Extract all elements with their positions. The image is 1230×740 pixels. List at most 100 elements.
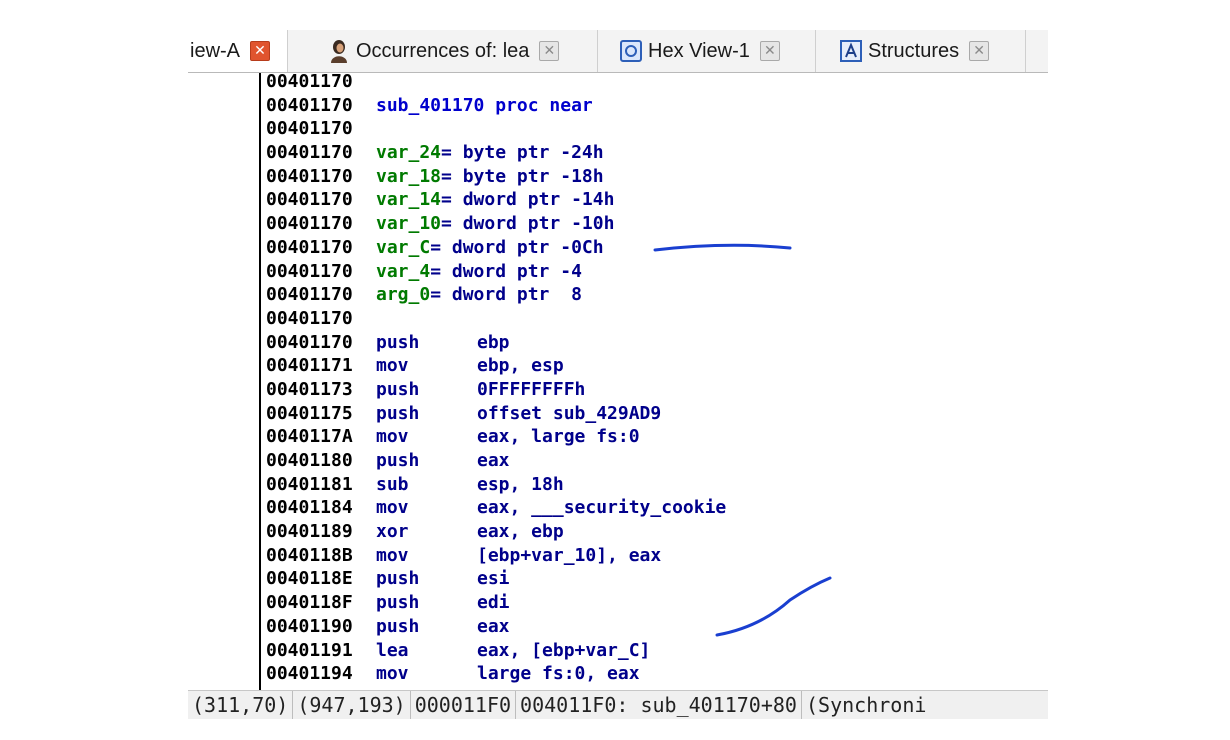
mnemonic: push	[376, 592, 420, 614]
code-line[interactable]: 00401170 var_C= dword ptr -0Ch	[266, 236, 1046, 260]
line-address: 00401170	[266, 331, 353, 353]
stack-var-name[interactable]: arg_0	[376, 284, 430, 305]
status-graph-pos: (947,193)	[293, 691, 411, 719]
operands[interactable]: eax, [ebp+var_C]	[477, 640, 650, 661]
gutter-divider	[259, 73, 261, 690]
code-line[interactable]: 00401170	[266, 70, 1046, 94]
operands[interactable]: ebp, esp	[477, 355, 564, 376]
line-address: 00401171	[266, 355, 353, 377]
operands[interactable]: ebp	[477, 332, 510, 353]
code-line[interactable]: 0040118B mov [ebp+var_10], eax	[266, 544, 1046, 568]
stack-var-def: = dword ptr -4	[430, 260, 582, 282]
close-icon[interactable]: ✕	[969, 41, 990, 61]
tab-hex-view[interactable]: Hex View-1 ✕	[598, 30, 816, 72]
code-line[interactable]: 0040117A mov eax, large fs:0	[266, 425, 1046, 449]
code-line[interactable]: 00401180 push eax	[266, 449, 1046, 473]
code-line[interactable]: 00401184 mov eax, ___security_cookie	[266, 496, 1046, 520]
mnemonic: mov	[376, 544, 409, 566]
line-address: 00401170	[266, 71, 353, 92]
mnemonic: sub	[376, 473, 409, 495]
hex-view-icon	[620, 40, 642, 62]
mnemonic: mov	[376, 497, 409, 519]
code-line[interactable]: 00401191 lea eax, [ebp+var_C]	[266, 639, 1046, 663]
code-line[interactable]: 00401173 push 0FFFFFFFFh	[266, 378, 1046, 402]
status-file-offset: 000011F0	[411, 691, 517, 719]
code-line[interactable]: 00401181 sub esp, 18h	[266, 473, 1046, 497]
operands[interactable]: eax	[477, 616, 510, 637]
status-cursor-pos: (311,70)	[188, 691, 294, 719]
stack-var-def: = byte ptr -18h	[441, 165, 604, 187]
code-line[interactable]: 00401190 push eax	[266, 615, 1046, 639]
mnemonic: push	[376, 615, 420, 637]
operands[interactable]: eax, ___security_cookie	[477, 497, 726, 518]
code-line[interactable]: 00401170 var_18= byte ptr -18h	[266, 165, 1046, 189]
mnemonic: push	[376, 568, 420, 590]
code-line[interactable]: 00401170 var_14= dword ptr -14h	[266, 188, 1046, 212]
mnemonic: push	[376, 378, 420, 400]
code-line[interactable]: 00401171 mov ebp, esp	[266, 354, 1046, 378]
structures-icon	[840, 40, 862, 62]
line-address: 00401194	[266, 663, 353, 685]
tab-label: iew-A	[190, 39, 241, 62]
tab-structures[interactable]: Structures ✕	[816, 30, 1026, 72]
line-address: 00401191	[266, 639, 353, 661]
operands[interactable]: eax, large fs:0	[477, 426, 640, 447]
operands[interactable]: eax, ebp	[477, 521, 564, 542]
line-address: 0040117A	[266, 426, 353, 448]
stack-var-name[interactable]: var_C	[376, 237, 430, 258]
code-line[interactable]: 00401170 sub_401170 proc near	[266, 94, 1046, 118]
disassembly-listing[interactable]: 00401170 00401170 sub_401170 proc near 0040…	[266, 70, 1046, 690]
operands[interactable]: eax	[477, 450, 510, 471]
code-line[interactable]: 00401170 var_10= dword ptr -10h	[266, 212, 1046, 236]
line-address: 00401170	[266, 284, 353, 306]
line-address: 00401173	[266, 378, 353, 400]
code-line[interactable]: 00401189 xor eax, ebp	[266, 520, 1046, 544]
line-address: 00401170	[266, 165, 353, 187]
tab-bar: iew-A ✕ Occurrences of: lea ✕ Hex View-1…	[188, 30, 1048, 73]
stack-var-name[interactable]: var_10	[376, 213, 441, 234]
stack-var-def: = dword ptr -0Ch	[430, 236, 604, 258]
line-address: 0040118B	[266, 544, 353, 566]
stack-var-name[interactable]: var_18	[376, 166, 441, 187]
operands[interactable]: 0FFFFFFFFh	[477, 379, 585, 400]
code-line[interactable]: 0040118F push edi	[266, 591, 1046, 615]
code-line[interactable]: 00401170 var_4= dword ptr -4	[266, 260, 1046, 284]
operands[interactable]: esp, 18h	[477, 474, 564, 495]
proc-label[interactable]: sub_401170 proc near	[376, 95, 593, 116]
operands[interactable]: [ebp+var_10], eax	[477, 545, 661, 566]
line-address: 00401180	[266, 450, 353, 471]
close-icon[interactable]: ✕	[539, 41, 560, 61]
arrow-gutter	[188, 73, 260, 690]
stack-var-def: = dword ptr -14h	[441, 189, 615, 211]
code-line[interactable]: 0040118E push esi	[266, 567, 1046, 591]
close-icon[interactable]: ✕	[250, 41, 271, 61]
tab-label: Hex View-1	[648, 39, 750, 62]
close-icon[interactable]: ✕	[759, 41, 780, 61]
mnemonic: xor	[376, 521, 409, 543]
code-line[interactable]: 00401194 mov large fs:0, eax	[266, 662, 1046, 686]
operands[interactable]: esi	[477, 568, 510, 589]
operands[interactable]: offset sub_429AD9	[477, 403, 661, 424]
stack-var-name[interactable]: var_4	[376, 261, 430, 282]
line-address: 00401184	[266, 497, 353, 519]
code-line[interactable]: 00401175 push offset sub_429AD9	[266, 402, 1046, 426]
stack-var-name[interactable]: var_14	[376, 189, 441, 210]
stack-var-name[interactable]: var_24	[376, 142, 441, 163]
operands[interactable]: edi	[477, 592, 510, 613]
tab-occurrences[interactable]: Occurrences of: lea ✕	[288, 30, 598, 72]
line-address: 00401170	[266, 213, 353, 235]
line-address: 00401181	[266, 473, 353, 495]
code-line[interactable]: 00401170	[266, 307, 1046, 331]
code-line[interactable]: 00401170 push ebp	[266, 331, 1046, 355]
code-line[interactable]: 00401170 arg_0= dword ptr 8	[266, 283, 1046, 307]
status-location: 004011F0: sub_401170+80	[516, 691, 802, 719]
line-address: 00401170	[266, 236, 353, 258]
code-line[interactable]: 00401170 var_24= byte ptr -24h	[266, 141, 1046, 165]
tab-ida-view-a[interactable]: iew-A ✕	[188, 30, 288, 72]
line-address: 00401175	[266, 402, 353, 424]
code-line[interactable]: 00401170	[266, 117, 1046, 141]
mnemonic: mov	[376, 663, 409, 685]
operands[interactable]: large fs:0, eax	[477, 663, 640, 684]
stack-var-def: = dword ptr 8	[430, 284, 582, 306]
line-address: 00401170	[266, 142, 353, 164]
